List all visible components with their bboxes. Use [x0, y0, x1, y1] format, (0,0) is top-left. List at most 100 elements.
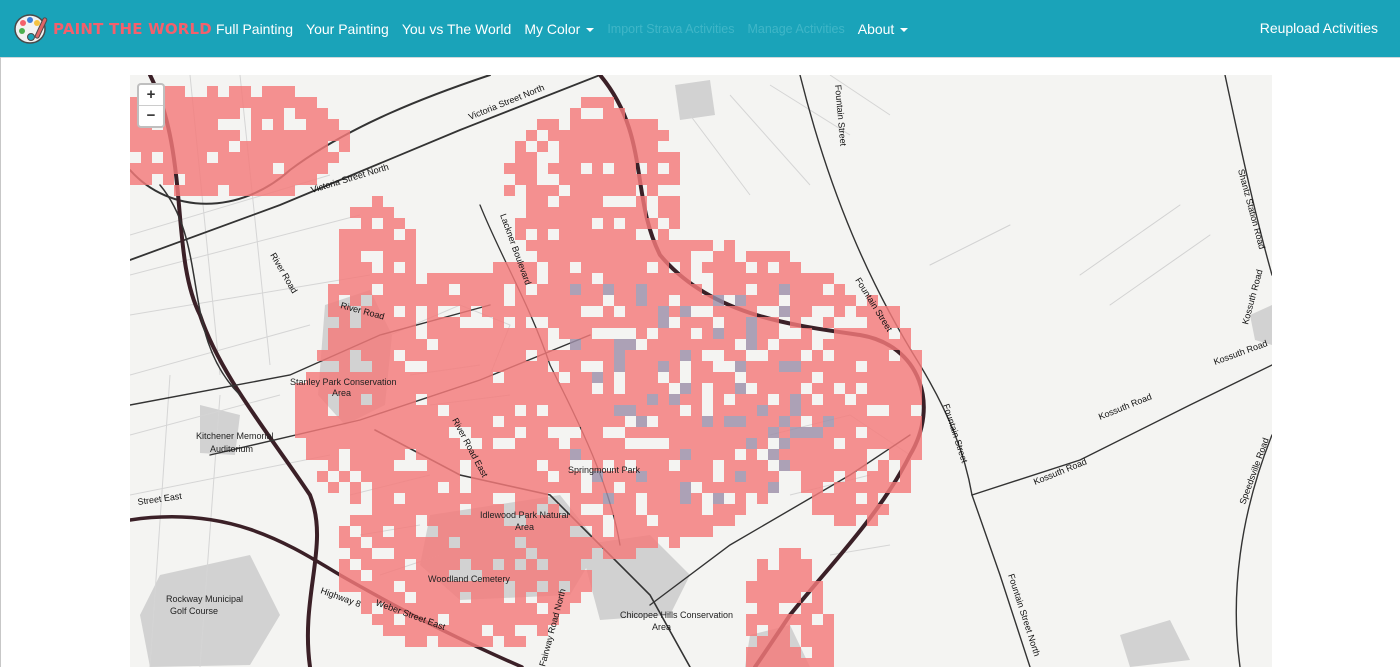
- paint-tile: [581, 339, 592, 350]
- paint-tile: [537, 416, 548, 427]
- paint-tile: [625, 504, 636, 515]
- paint-tile: [306, 141, 317, 152]
- paint-tile: [614, 262, 625, 273]
- paint-tile: [372, 394, 383, 405]
- paint-tile: [350, 460, 361, 471]
- paint-tile: [757, 581, 768, 592]
- paint-tile: [779, 251, 790, 262]
- paint-tile: [669, 273, 680, 284]
- paint-tile: [570, 548, 581, 559]
- paint-tile: [383, 625, 394, 636]
- paint-tile: [427, 383, 438, 394]
- paint-tile: [570, 405, 581, 416]
- paint-tile: [801, 372, 812, 383]
- nav-you-vs-world[interactable]: You vs The World: [402, 21, 511, 37]
- paint-tile: [438, 460, 449, 471]
- label-auditorium: Auditorium: [210, 444, 253, 454]
- paint-tile: [878, 361, 889, 372]
- paint-tile: [449, 614, 460, 625]
- paint-tile: [603, 339, 614, 350]
- paint-tile: [218, 97, 229, 108]
- zoom-out-button[interactable]: −: [139, 105, 163, 126]
- nav-my-color[interactable]: My Color: [524, 21, 595, 37]
- paint-tile: [779, 405, 790, 416]
- paint-tile: [812, 284, 823, 295]
- paint-tile: [746, 427, 757, 438]
- paint-tile: [548, 284, 559, 295]
- paint-tile: [878, 394, 889, 405]
- paint-tile: [856, 405, 867, 416]
- paint-tile: [625, 119, 636, 130]
- paint-tile: [537, 185, 548, 196]
- paint-tile: [273, 185, 284, 196]
- paint-tile: [702, 240, 713, 251]
- paint-tile: [680, 438, 691, 449]
- paint-tile: [823, 361, 834, 372]
- paint-tile: [196, 185, 207, 196]
- paint-tile: [801, 449, 812, 460]
- paint-tile: [724, 350, 735, 361]
- nav-full-painting[interactable]: Full Painting: [216, 21, 293, 37]
- paint-tile: [328, 152, 339, 163]
- nav-your-painting[interactable]: Your Painting: [306, 21, 389, 37]
- paint-tile: [405, 427, 416, 438]
- paint-tile: [559, 328, 570, 339]
- paint-tile: [735, 328, 746, 339]
- paint-tile: [911, 394, 922, 405]
- paint-tile: [691, 240, 702, 251]
- paint-tile: [625, 251, 636, 262]
- paint-tile: [889, 449, 900, 460]
- brand-link[interactable]: PAINT THE WORLD: [13, 10, 212, 48]
- paint-tile: [636, 482, 647, 493]
- paint-tile: [383, 361, 394, 372]
- paint-tile: [471, 427, 482, 438]
- paint-tile: [702, 372, 713, 383]
- paint-tile: [229, 130, 240, 141]
- paint-tile: [251, 152, 262, 163]
- paint-tile: [504, 372, 515, 383]
- paint-tile: [493, 383, 504, 394]
- paint-tile: [493, 427, 504, 438]
- paint-tile: [702, 328, 713, 339]
- painting-map[interactable]: + − Victoria Street North Victoria Stree…: [130, 75, 1272, 667]
- paint-tile: [570, 229, 581, 240]
- paint-tile: [515, 295, 526, 306]
- paint-tile: [647, 537, 658, 548]
- paint-tile: [482, 449, 493, 460]
- paint-tile: [581, 537, 592, 548]
- paint-tile: [735, 317, 746, 328]
- paint-tile: [834, 493, 845, 504]
- paint-tile: [603, 284, 614, 295]
- paint-tile: [372, 471, 383, 482]
- paint-tile: [625, 383, 636, 394]
- paint-tile: [878, 427, 889, 438]
- paint-tile: [702, 427, 713, 438]
- paint-tile: [603, 350, 614, 361]
- paint-tile: [405, 526, 416, 537]
- paint-tile: [867, 427, 878, 438]
- paint-tile: [317, 416, 328, 427]
- zoom-in-button[interactable]: +: [139, 85, 163, 105]
- paint-tile: [581, 130, 592, 141]
- paint-tile: [471, 636, 482, 647]
- paint-tile: [471, 361, 482, 372]
- paint-tile: [647, 383, 658, 394]
- paint-tile: [669, 163, 680, 174]
- paint-tile: [504, 526, 515, 537]
- paint-tile: [284, 152, 295, 163]
- reupload-activities-link[interactable]: Reupload Activities: [1260, 20, 1378, 36]
- nav-about[interactable]: About: [858, 21, 909, 37]
- paint-tile: [372, 438, 383, 449]
- paint-tile: [471, 416, 482, 427]
- paint-tile: [482, 361, 493, 372]
- paint-tile: [537, 306, 548, 317]
- paint-tile: [746, 460, 757, 471]
- paint-tile: [383, 394, 394, 405]
- paint-tile: [592, 119, 603, 130]
- paint-tile: [790, 262, 801, 273]
- paint-tile: [779, 339, 790, 350]
- paint-tile: [361, 328, 372, 339]
- paint-tile: [405, 548, 416, 559]
- paint-tile: [680, 251, 691, 262]
- paint-tile: [878, 438, 889, 449]
